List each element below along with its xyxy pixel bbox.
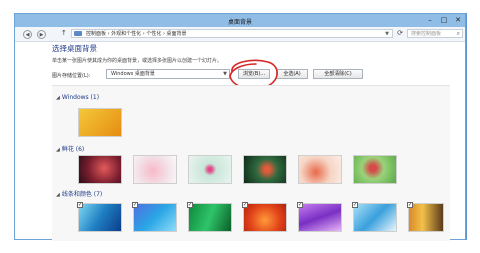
triangle-icon: ◢ — [56, 95, 60, 101]
group-name: Windows (1) — [61, 94, 100, 101]
checkbox[interactable]: ✓ — [297, 202, 303, 208]
wallpaper-thumbnail[interactable]: ✓ — [77, 202, 122, 232]
group-header-lines-and-colors[interactable]: ◢ 线条和颜色 (7) — [56, 189, 102, 198]
wallpaper-thumbnail[interactable] — [78, 155, 122, 184]
wallpaper-thumbnail[interactable] — [78, 108, 122, 137]
window-border — [466, 13, 467, 240]
group-name: 鲜花 (6) — [61, 146, 85, 153]
wallpaper-thumbnail[interactable]: ✓ — [407, 202, 444, 232]
wallpaper-thumbnail[interactable] — [188, 155, 232, 184]
wallpaper-thumbnail[interactable]: ✓ — [187, 202, 232, 232]
triangle-icon: ◢ — [56, 147, 60, 153]
wallpaper-thumbnail[interactable] — [298, 155, 342, 184]
checkbox[interactable]: ✓ — [187, 202, 193, 208]
wallpaper-thumbnail[interactable]: ✓ — [242, 202, 287, 232]
group-name: 线条和颜色 (7) — [61, 191, 103, 198]
wallpaper-thumbnail[interactable] — [243, 155, 287, 184]
group-header-windows[interactable]: ◢ Windows (1) — [56, 94, 99, 101]
checkbox[interactable]: ✓ — [77, 202, 83, 208]
wallpaper-thumbnail[interactable] — [133, 155, 177, 184]
checkbox[interactable]: ✓ — [407, 202, 413, 208]
wallpaper-gallery: ◢ Windows (1) ◢ 鲜花 (6) ◢ 线条和颜色 (7) ✓ ✓ ✓ ✓ … — [52, 85, 450, 241]
group-header-flowers[interactable]: ◢ 鲜花 (6) — [56, 144, 84, 153]
wallpaper-thumbnail[interactable]: ✓ — [352, 202, 397, 232]
wallpaper-thumbnail[interactable]: ✓ — [132, 202, 177, 232]
checkbox[interactable]: ✓ — [242, 202, 248, 208]
checkbox[interactable]: ✓ — [352, 202, 358, 208]
wallpaper-thumbnail[interactable] — [353, 155, 397, 184]
checkbox[interactable]: ✓ — [132, 202, 138, 208]
triangle-icon: ◢ — [56, 192, 60, 198]
wallpaper-thumbnail[interactable]: ✓ — [297, 202, 342, 232]
